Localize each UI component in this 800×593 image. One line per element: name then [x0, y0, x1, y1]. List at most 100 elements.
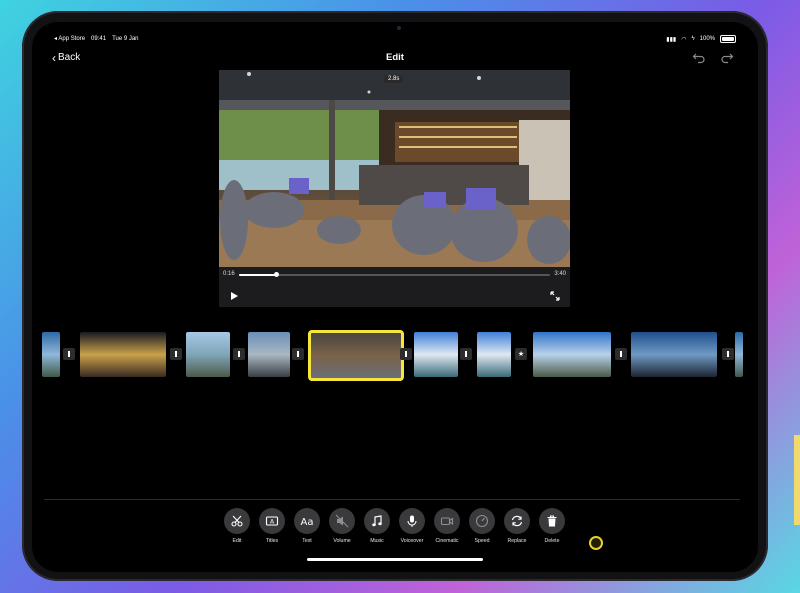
text-button[interactable]: Aa — [294, 508, 320, 534]
tool-text[interactable]: Aa Text — [292, 508, 322, 544]
edge-glare — [794, 435, 800, 525]
cinematic-button[interactable] — [434, 508, 460, 534]
status-date: Tue 9 Jan — [112, 35, 139, 42]
tool-speed[interactable]: Speed — [467, 508, 497, 544]
volume-button[interactable] — [329, 508, 355, 534]
tool-label: Delete — [544, 538, 560, 544]
timeline-clip[interactable] — [80, 332, 166, 377]
status-time: 09:41 — [91, 35, 107, 42]
svg-text:Aa: Aa — [301, 517, 314, 528]
transition-button[interactable] — [292, 348, 304, 360]
scrub-track[interactable] — [239, 272, 550, 277]
tool-music[interactable]: Music — [362, 508, 392, 544]
battery-percent: 100% — [699, 36, 715, 42]
home-indicator[interactable] — [307, 558, 483, 561]
tool-voiceover[interactable]: Voiceover — [397, 508, 427, 544]
trash-icon — [545, 514, 559, 528]
signal-icon: ▮▮▮ — [666, 36, 677, 43]
transition-button[interactable] — [615, 348, 627, 360]
titles-button[interactable]: A — [259, 508, 285, 534]
cut-icon — [68, 351, 70, 357]
music-button[interactable] — [364, 508, 390, 534]
scissors-icon — [230, 514, 244, 528]
pointer-cursor — [589, 536, 603, 550]
tool-label: Replace — [507, 538, 527, 544]
timeline-clip[interactable] — [477, 332, 511, 377]
page-title: Edit — [386, 52, 404, 63]
tool-label: Volume — [333, 538, 351, 544]
status-back-app[interactable]: ◂ App Store — [54, 35, 85, 42]
timeline-clip[interactable] — [735, 332, 743, 377]
volume-mute-icon — [335, 514, 349, 528]
cut-icon — [727, 351, 729, 357]
tool-label: Text — [302, 538, 312, 544]
fullscreen-button[interactable] — [550, 288, 560, 301]
cut-icon — [175, 351, 177, 357]
tool-cinematic[interactable]: Cinematic — [432, 508, 462, 544]
transition-star-button[interactable]: ★ — [515, 348, 527, 360]
speed-button[interactable] — [469, 508, 495, 534]
battery-icon — [720, 35, 736, 43]
timeline-clip[interactable] — [631, 332, 717, 377]
wifi-icon: ◠ — [681, 36, 687, 43]
status-bar: ◂ App Store 09:41 Tue 9 Jan ▮▮▮ ◠ ϟ 100% — [32, 35, 758, 47]
play-icon — [231, 292, 238, 300]
microphone-icon — [405, 514, 419, 528]
clip-timeline[interactable]: ★ — [42, 330, 758, 381]
tool-label: Titles — [265, 538, 279, 544]
edit-button[interactable] — [224, 508, 250, 534]
tool-label: Music — [370, 538, 384, 544]
undo-button[interactable] — [692, 50, 706, 64]
timeline-clip[interactable] — [533, 332, 611, 377]
tool-volume[interactable]: Volume — [327, 508, 357, 544]
current-time: 0:16 — [223, 271, 235, 277]
tool-edit[interactable]: Edit — [222, 508, 252, 544]
transition-button[interactable] — [63, 348, 75, 360]
transition-button[interactable] — [722, 348, 734, 360]
replace-button[interactable] — [504, 508, 530, 534]
timeline-clip-selected[interactable] — [308, 330, 404, 381]
clip-duration-badge: 2.8s — [384, 75, 404, 83]
transition-button[interactable] — [233, 348, 245, 360]
scrub-handle[interactable] — [274, 272, 280, 277]
undo-icon — [692, 53, 705, 64]
transition-button[interactable] — [400, 348, 412, 360]
scrub-progress — [239, 274, 277, 276]
camera-icon — [440, 514, 454, 528]
star-icon: ★ — [517, 351, 525, 358]
cut-icon — [465, 351, 467, 357]
boat-lounge-scene — [219, 70, 570, 267]
ipad-screen: ◂ App Store 09:41 Tue 9 Jan ▮▮▮ ◠ ϟ 100%… — [32, 22, 758, 572]
text-icon: Aa — [299, 514, 315, 528]
video-preview[interactable]: 2.8s — [219, 70, 570, 267]
titles-icon: A — [265, 514, 279, 528]
delete-button[interactable] — [539, 508, 565, 534]
play-button[interactable] — [229, 288, 239, 300]
timeline-clip[interactable] — [414, 332, 458, 377]
tool-titles[interactable]: A Titles — [257, 508, 287, 544]
tool-label: Edit — [232, 538, 242, 544]
edit-toolbar: Edit A Titles Aa Text Volume Music Voiceover Cin… — [222, 508, 572, 548]
redo-button[interactable] — [720, 50, 734, 64]
timeline-clip[interactable] — [248, 332, 290, 377]
expand-icon — [550, 291, 560, 301]
voiceover-button[interactable] — [399, 508, 425, 534]
music-note-icon — [370, 514, 384, 528]
tool-label: Speed — [474, 538, 490, 544]
tool-delete[interactable]: Delete — [537, 508, 567, 544]
total-time: 3:40 — [554, 271, 566, 277]
transition-button[interactable] — [170, 348, 182, 360]
front-camera — [397, 26, 401, 30]
scrubber[interactable]: 0:16 3:40 — [223, 270, 566, 280]
tool-replace[interactable]: Replace — [502, 508, 532, 544]
transition-button[interactable] — [460, 348, 472, 360]
cut-icon — [405, 351, 407, 357]
cut-icon — [238, 351, 240, 357]
tool-label: Voiceover — [400, 538, 424, 544]
speedometer-icon — [475, 514, 489, 528]
timeline-clip[interactable] — [186, 332, 230, 377]
cut-icon — [620, 351, 622, 357]
video-viewer: 2.8s 0:16 3:40 — [219, 70, 570, 307]
timeline-clip[interactable] — [42, 332, 60, 377]
replace-icon — [510, 514, 524, 528]
